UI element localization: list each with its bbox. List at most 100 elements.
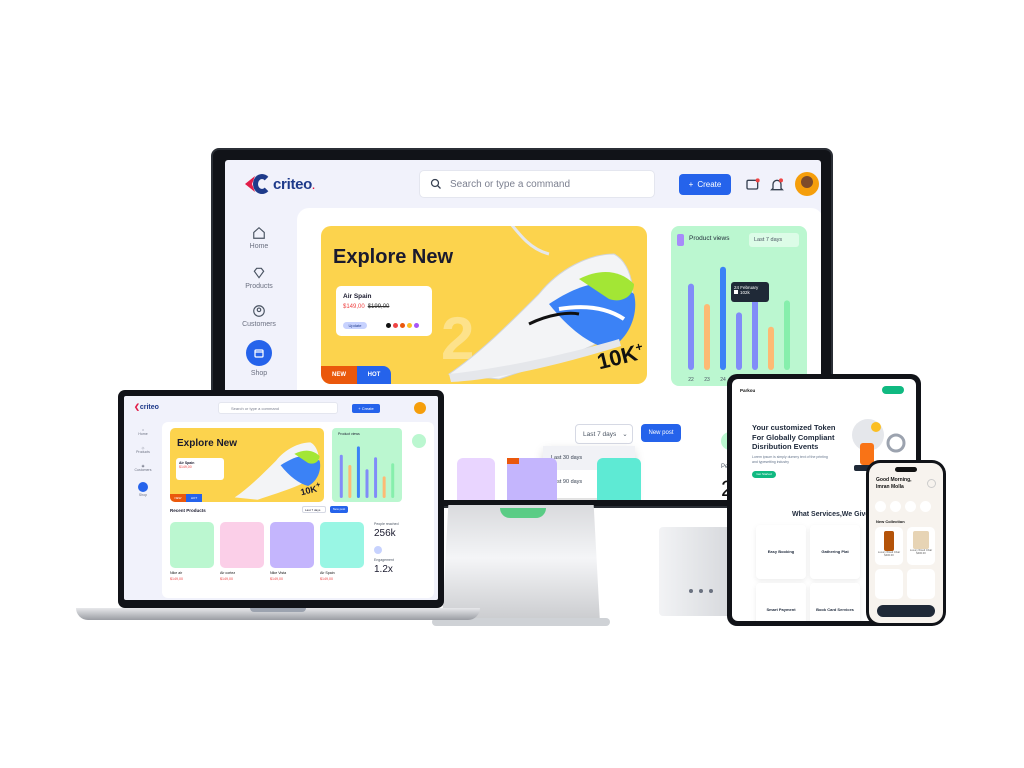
sidebar-item-customers[interactable]: ◉ Customers — [124, 464, 162, 472]
sidebar-item-products[interactable]: ◇ Products — [124, 446, 162, 454]
product-card[interactable] — [907, 569, 935, 599]
chart-bar[interactable] — [720, 266, 726, 370]
category-icon[interactable] — [920, 501, 931, 512]
swatch[interactable] — [400, 323, 405, 328]
product-thumb[interactable] — [320, 522, 364, 568]
create-label: Create — [697, 180, 722, 189]
service-card[interactable]: Book Card Services — [810, 583, 860, 621]
sidebar-item-shop[interactable]: Shop — [225, 340, 293, 377]
brand-logo[interactable]: criteo. — [245, 172, 315, 196]
search-input[interactable]: Search or type a command — [218, 402, 338, 414]
service-card[interactable]: Easy Booking — [756, 525, 806, 579]
greeting: Good Morning, Imran Molla — [876, 477, 912, 490]
badge-hot[interactable]: HOT — [186, 494, 202, 502]
product-card[interactable]: Luxury Wood Chair $400.00 — [907, 527, 935, 565]
category-icon[interactable] — [875, 501, 886, 512]
sidebar-item-home[interactable]: Home — [225, 226, 293, 250]
category-icon[interactable] — [890, 501, 901, 512]
port — [709, 589, 713, 593]
tablet-subtext: Lorem ipsum is simply dummy text of the … — [752, 455, 828, 464]
swatch[interactable] — [407, 323, 412, 328]
chart-title: Product views — [338, 432, 360, 436]
chart-bar[interactable] — [348, 465, 352, 498]
badge-hot[interactable]: HOT — [357, 366, 391, 384]
bell-icon[interactable] — [769, 177, 785, 193]
sidebar-item-products[interactable]: Products — [225, 266, 293, 290]
product-card[interactable]: Luxury Wood Chair $400.00 — [875, 527, 903, 565]
profile-icon[interactable] — [927, 479, 936, 488]
search-input[interactable]: Search or type a command — [419, 170, 655, 198]
message-icon[interactable] — [745, 177, 761, 193]
product-price: $149,00 — [220, 577, 233, 581]
sidebar-item-home[interactable]: ⌂ Home — [124, 428, 162, 436]
create-button[interactable]: + Create — [352, 404, 380, 413]
shop-icon — [246, 340, 272, 366]
brand-name: criteo. — [273, 175, 315, 193]
service-card[interactable]: Gathering Plat — [810, 525, 860, 579]
tooltip-value: 102k — [734, 290, 766, 295]
get-started-button[interactable]: Get Started — [752, 471, 776, 478]
swatch[interactable] — [386, 323, 391, 328]
new-post-button[interactable]: New post — [641, 424, 681, 442]
sidebar-item-customers[interactable]: Customers — [225, 304, 293, 328]
range-dropdown[interactable]: Last 7 days — [749, 233, 799, 247]
swatch[interactable] — [414, 323, 419, 328]
recent-product-thumb[interactable] — [457, 458, 495, 500]
category-row — [875, 501, 931, 512]
laptop-screen: ❮criteo Search or type a command + Creat… — [124, 396, 438, 600]
chart-bar[interactable] — [339, 454, 343, 498]
card-accent — [677, 234, 684, 246]
brand-name[interactable]: ❮criteo — [134, 403, 159, 411]
port — [689, 589, 693, 593]
tablet-brand[interactable]: Parkou — [740, 388, 755, 393]
nav-cta-button[interactable] — [882, 386, 904, 394]
chart-bar[interactable] — [374, 457, 378, 498]
hero-banner[interactable]: Explore New 2 Air Spain $149,00 $199,00 U… — [321, 226, 647, 384]
product-card[interactable]: Air Spain $149,00 — [176, 458, 224, 480]
search-placeholder: Search or type a command — [450, 178, 571, 190]
avatar[interactable] — [414, 402, 426, 414]
product-thumb[interactable] — [270, 522, 314, 568]
color-swatches[interactable] — [386, 323, 419, 328]
hero-banner[interactable]: Explore New Air Spain $149,00 NEW HOT 10K… — [170, 428, 324, 502]
section-title: Recent Products — [170, 508, 206, 513]
category-icon[interactable] — [905, 501, 916, 512]
diamond-icon — [253, 267, 265, 279]
product-card[interactable]: Air Spain $149,00 $199,00 Update — [336, 286, 432, 336]
chart-bar[interactable] — [365, 469, 369, 498]
product-card[interactable] — [875, 569, 903, 599]
chart-bar[interactable] — [768, 326, 774, 370]
product-thumb[interactable] — [170, 522, 214, 568]
bar-chart: 22232425262728 — [688, 266, 790, 383]
chart-bar[interactable] — [736, 312, 742, 370]
chart-bar[interactable] — [356, 446, 360, 498]
recent-product-thumb[interactable] — [507, 458, 557, 500]
chart-bar[interactable] — [784, 300, 790, 370]
laptop-notch — [250, 608, 306, 612]
sidebar-item-label: Customers — [242, 321, 276, 328]
chart-bar[interactable] — [391, 463, 395, 498]
update-pill[interactable]: Update — [343, 322, 367, 329]
chart-bar[interactable] — [704, 304, 710, 370]
mac-mini — [659, 527, 733, 616]
create-button[interactable]: + Create — [679, 174, 731, 195]
chart-bar[interactable] — [688, 283, 694, 370]
swatch[interactable] — [393, 323, 398, 328]
sidebar-item-label: Products — [245, 283, 273, 290]
sidebar-item-shop[interactable]: Shop — [124, 482, 162, 497]
range-select[interactable]: Last 7 days — [302, 506, 326, 513]
badge-new[interactable]: NEW — [170, 494, 186, 502]
new-post-button[interactable]: New post — [330, 506, 348, 513]
avatar[interactable] — [795, 172, 819, 196]
chart-bar[interactable] — [382, 476, 386, 498]
port — [699, 589, 703, 593]
product-thumb[interactable] — [220, 522, 264, 568]
badge-new[interactable]: NEW — [321, 366, 357, 384]
recent-product-thumb[interactable] — [597, 458, 641, 500]
range-select[interactable]: Last 7 days ⌄ — [575, 424, 633, 444]
service-card[interactable]: Smart Payment — [756, 583, 806, 621]
tablet-headline: Your customized Token For Globally Compl… — [752, 423, 836, 451]
bottom-nav[interactable] — [877, 605, 935, 617]
product-price: $149,00 — [270, 577, 283, 581]
monitor-stand — [442, 505, 600, 623]
